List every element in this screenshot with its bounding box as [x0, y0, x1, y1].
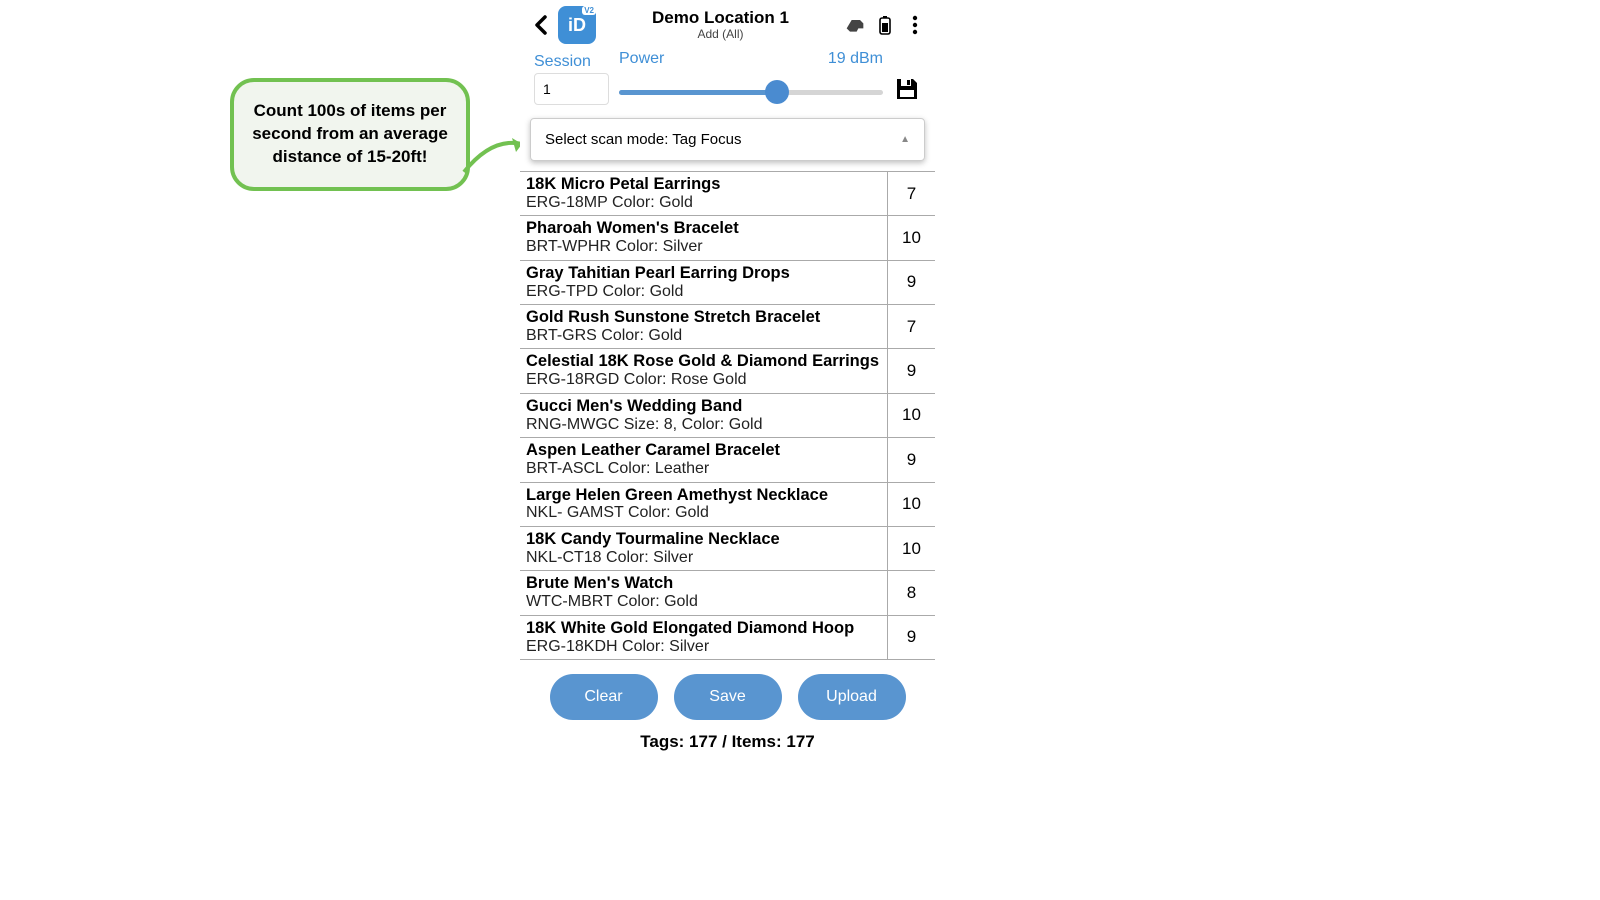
list-item[interactable]: 18K White Gold Elongated Diamond HoopERG…: [520, 616, 935, 660]
item-subtitle: ERG-TPD Color: Gold: [526, 283, 881, 301]
item-name: Brute Men's Watch: [526, 574, 881, 593]
chevron-up-icon: ▲: [900, 134, 910, 145]
item-name: Large Helen Green Amethyst Necklace: [526, 486, 881, 505]
item-count: 10: [887, 527, 935, 570]
list-item-info: Large Helen Green Amethyst NecklaceNKL- …: [520, 483, 887, 526]
list-item[interactable]: Gucci Men's Wedding BandRNG-MWGC Size: 8…: [520, 394, 935, 438]
item-name: Celestial 18K Rose Gold & Diamond Earrin…: [526, 352, 881, 371]
dropdown-label: Select scan mode: Tag Focus: [545, 131, 742, 148]
item-name: Pharoah Women's Bracelet: [526, 219, 881, 238]
list-item-info: 18K Candy Tourmaline NecklaceNKL-CT18 Co…: [520, 527, 887, 570]
item-count: 9: [887, 438, 935, 481]
item-subtitle: NKL-CT18 Color: Silver: [526, 549, 881, 567]
list-item[interactable]: Gold Rush Sunstone Stretch BraceletBRT-G…: [520, 305, 935, 349]
kebab-menu-icon[interactable]: [905, 15, 925, 35]
item-name: Gucci Men's Wedding Band: [526, 397, 881, 416]
list-item-info: Gucci Men's Wedding BandRNG-MWGC Size: 8…: [520, 394, 887, 437]
header: iD V2 Demo Location 1 Add (All): [520, 0, 935, 48]
item-name: Aspen Leather Caramel Bracelet: [526, 441, 881, 460]
list-item[interactable]: Aspen Leather Caramel BraceletBRT-ASCL C…: [520, 438, 935, 482]
list-item[interactable]: 18K Micro Petal EarringsERG-18MP Color: …: [520, 172, 935, 216]
list-item[interactable]: Gray Tahitian Pearl Earring DropsERG-TPD…: [520, 261, 935, 305]
list-item-info: Gray Tahitian Pearl Earring DropsERG-TPD…: [520, 261, 887, 304]
item-name: Gold Rush Sunstone Stretch Bracelet: [526, 308, 881, 327]
item-subtitle: WTC-MBRT Color: Gold: [526, 593, 881, 611]
power-slider[interactable]: [619, 78, 883, 108]
list-item-info: 18K Micro Petal EarringsERG-18MP Color: …: [520, 172, 887, 215]
list-item-info: Brute Men's WatchWTC-MBRT Color: Gold: [520, 571, 887, 614]
item-subtitle: BRT-WPHR Color: Silver: [526, 238, 881, 256]
session-label: Session: [534, 53, 609, 71]
item-list: 18K Micro Petal EarringsERG-18MP Color: …: [520, 171, 935, 660]
page-subtitle: Add (All): [602, 28, 839, 41]
app-logo: iD V2: [558, 6, 596, 44]
item-subtitle: RNG-MWGC Size: 8, Color: Gold: [526, 416, 881, 434]
item-name: 18K Candy Tourmaline Necklace: [526, 530, 881, 549]
callout-text: Count 100s of items per second from an a…: [252, 101, 448, 166]
logo-text: iD: [568, 15, 586, 36]
item-count: 10: [887, 394, 935, 437]
app-screen: iD V2 Demo Location 1 Add (All) Session: [520, 0, 935, 830]
title-block: Demo Location 1 Add (All): [602, 9, 839, 41]
back-button[interactable]: [530, 14, 552, 36]
session-column: Session: [534, 53, 609, 105]
list-item[interactable]: Brute Men's WatchWTC-MBRT Color: Gold8: [520, 571, 935, 615]
footer-stats: Tags: 177 / Items: 177: [520, 732, 935, 752]
item-count: 7: [887, 305, 935, 348]
slider-fill: [619, 90, 777, 95]
item-subtitle: ERG-18MP Color: Gold: [526, 194, 881, 212]
battery-icon: [875, 15, 895, 35]
list-item[interactable]: 18K Candy Tourmaline NecklaceNKL-CT18 Co…: [520, 527, 935, 571]
session-power-row: Session Power 19 dBm: [520, 50, 935, 108]
logo-badge: V2: [582, 6, 596, 15]
session-input[interactable]: [534, 73, 609, 105]
clear-button[interactable]: Clear: [550, 674, 658, 720]
slider-thumb[interactable]: [765, 80, 789, 104]
page-title: Demo Location 1: [602, 9, 839, 28]
save-button[interactable]: Save: [674, 674, 782, 720]
item-subtitle: BRT-ASCL Color: Leather: [526, 460, 881, 478]
power-label: Power: [619, 50, 664, 68]
list-item-info: Aspen Leather Caramel BraceletBRT-ASCL C…: [520, 438, 887, 481]
item-count: 7: [887, 172, 935, 215]
item-subtitle: ERG-18RGD Color: Rose Gold: [526, 371, 881, 389]
item-name: 18K White Gold Elongated Diamond Hoop: [526, 619, 881, 638]
header-icons: [845, 15, 925, 35]
power-value: 19 dBm: [828, 50, 883, 70]
item-subtitle: BRT-GRS Color: Gold: [526, 327, 881, 345]
list-item-info: Pharoah Women's BraceletBRT-WPHR Color: …: [520, 216, 887, 259]
item-count: 9: [887, 261, 935, 304]
item-count: 10: [887, 483, 935, 526]
power-column: Power 19 dBm: [619, 50, 883, 108]
callout-bubble: Count 100s of items per second from an a…: [230, 78, 470, 191]
item-count: 9: [887, 349, 935, 392]
save-settings-button[interactable]: [893, 75, 921, 103]
item-subtitle: NKL- GAMST Color: Gold: [526, 504, 881, 522]
item-name: 18K Micro Petal Earrings: [526, 175, 881, 194]
item-count: 10: [887, 216, 935, 259]
upload-button[interactable]: Upload: [798, 674, 906, 720]
list-item[interactable]: Large Helen Green Amethyst NecklaceNKL- …: [520, 483, 935, 527]
list-item-info: Celestial 18K Rose Gold & Diamond Earrin…: [520, 349, 887, 392]
action-buttons: Clear Save Upload: [520, 674, 935, 720]
list-item-info: Gold Rush Sunstone Stretch BraceletBRT-G…: [520, 305, 887, 348]
item-count: 8: [887, 571, 935, 614]
scan-mode-dropdown[interactable]: Select scan mode: Tag Focus ▲: [530, 118, 925, 161]
item-name: Gray Tahitian Pearl Earring Drops: [526, 264, 881, 283]
list-item[interactable]: Celestial 18K Rose Gold & Diamond Earrin…: [520, 349, 935, 393]
item-subtitle: ERG-18KDH Color: Silver: [526, 638, 881, 656]
item-count: 9: [887, 616, 935, 659]
list-item[interactable]: Pharoah Women's BraceletBRT-WPHR Color: …: [520, 216, 935, 260]
scanner-icon[interactable]: [845, 15, 865, 35]
list-item-info: 18K White Gold Elongated Diamond HoopERG…: [520, 616, 887, 659]
